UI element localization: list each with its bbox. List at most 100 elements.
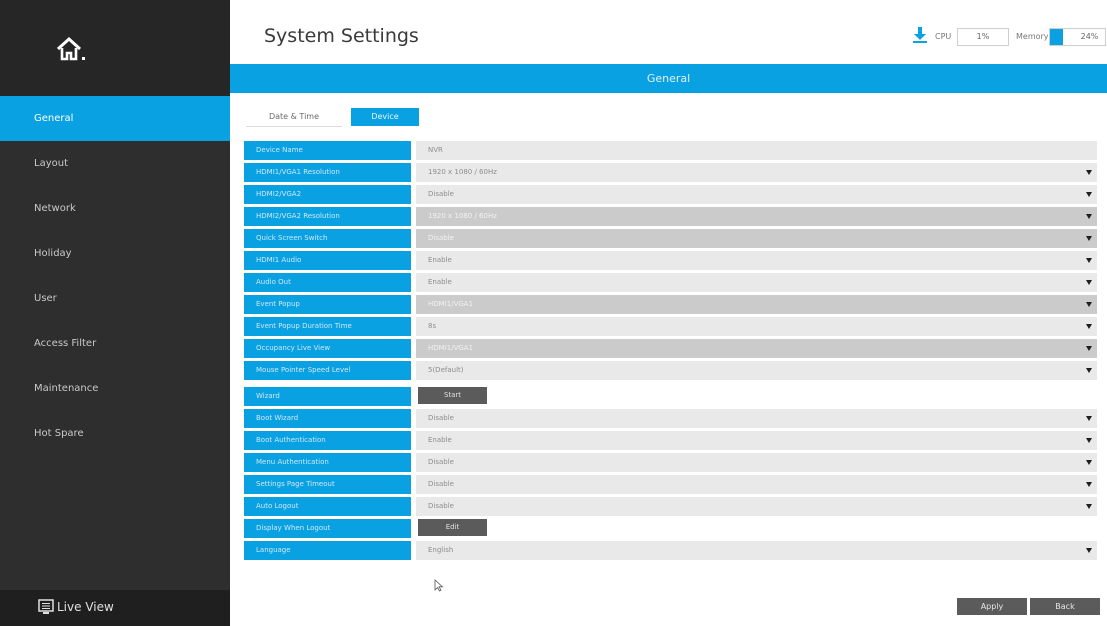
sidebar-item-access-filter[interactable]: Access Filter [0, 321, 230, 366]
tab-date-time[interactable]: Date & Time [246, 108, 342, 127]
event-popup-duration-select[interactable]: 8s [416, 317, 1097, 336]
select-value: 8s [428, 322, 437, 330]
section-banner: General [230, 64, 1107, 93]
select-value: Disable [428, 190, 454, 198]
setting-label: HDMI2/VGA2 Resolution [244, 207, 411, 226]
select-value: Enable [428, 278, 452, 286]
audio-out-select[interactable]: Enable [416, 273, 1097, 292]
hdmi2-select[interactable]: Disable [416, 185, 1097, 204]
setting-row-menu-authentication: Menu Authentication Disable [244, 453, 1097, 472]
setting-row-occupancy-live-view: Occupancy Live View HDMI1/VGA1 [244, 339, 1097, 358]
back-button[interactable]: Back [1030, 598, 1100, 615]
dropdown-arrow-icon [1086, 170, 1092, 175]
sidebar: General Layout Network Holiday User Acce… [0, 0, 230, 626]
auto-logout-select[interactable]: Disable [416, 497, 1097, 516]
select-value: 1920 x 1080 / 60Hz [428, 212, 497, 220]
memory-meter: 24% [1049, 28, 1106, 46]
monitor-icon [38, 599, 54, 614]
select-value: Disable [428, 502, 454, 510]
wizard-start-button[interactable]: Start [418, 387, 487, 404]
sidebar-item-layout[interactable]: Layout [0, 141, 230, 186]
select-value: Disable [428, 234, 454, 242]
live-view-button[interactable]: Live View [0, 590, 230, 626]
setting-label: Boot Wizard [244, 409, 411, 428]
dropdown-arrow-icon [1086, 346, 1092, 351]
sidebar-item-general[interactable]: General [0, 96, 230, 141]
select-value: 5(Default) [428, 366, 464, 374]
setting-row-audio-out: Audio Out Enable [244, 273, 1097, 292]
setting-row-quick-screen-switch: Quick Screen Switch Disable [244, 229, 1097, 248]
live-view-label: Live View [57, 600, 114, 614]
setting-row-wizard: Wizard Start [244, 387, 1097, 406]
sidebar-nav: General Layout Network Holiday User Acce… [0, 96, 230, 456]
setting-row-hdmi1-resolution: HDMI1/VGA1 Resolution 1920 x 1080 / 60Hz [244, 163, 1097, 182]
select-value: Disable [428, 458, 454, 466]
settings-page-timeout-select[interactable]: Disable [416, 475, 1097, 494]
setting-label: Menu Authentication [244, 453, 411, 472]
sidebar-item-user[interactable]: User [0, 276, 230, 321]
memory-usage-bar [1050, 29, 1064, 45]
sidebar-item-network[interactable]: Network [0, 186, 230, 231]
display-when-logout-edit-button[interactable]: Edit [418, 519, 487, 536]
apply-button[interactable]: Apply [957, 598, 1027, 615]
boot-authentication-select[interactable]: Enable [416, 431, 1097, 450]
setting-row-event-popup: Event Popup HDMI1/VGA1 [244, 295, 1097, 314]
setting-label: Boot Authentication [244, 431, 411, 450]
setting-label: Event Popup Duration Time [244, 317, 411, 336]
setting-label: Wizard [244, 387, 411, 406]
mouse-cursor-icon [434, 579, 444, 592]
setting-row-boot-wizard: Boot Wizard Disable [244, 409, 1097, 428]
setting-label: HDMI2/VGA2 [244, 185, 411, 204]
menu-authentication-select[interactable]: Disable [416, 453, 1097, 472]
hdmi1-audio-select[interactable]: Enable [416, 251, 1097, 270]
dropdown-arrow-icon [1086, 214, 1092, 219]
sidebar-item-maintenance[interactable]: Maintenance [0, 366, 230, 411]
select-value: English [428, 546, 454, 554]
setting-row-device-name: Device Name NVR [244, 141, 1097, 160]
language-select[interactable]: English [416, 541, 1097, 560]
cpu-label: CPU [935, 32, 952, 41]
setting-label: Auto Logout [244, 497, 411, 516]
boot-wizard-select[interactable]: Disable [416, 409, 1097, 428]
select-value: Disable [428, 414, 454, 422]
hdmi2-resolution-select: 1920 x 1080 / 60Hz [416, 207, 1097, 226]
hdmi1-resolution-select[interactable]: 1920 x 1080 / 60Hz [416, 163, 1097, 182]
home-icon[interactable] [56, 36, 86, 62]
dropdown-arrow-icon [1086, 482, 1092, 487]
setting-label: HDMI1 Audio [244, 251, 411, 270]
setting-row-hdmi2: HDMI2/VGA2 Disable [244, 185, 1097, 204]
download-icon[interactable] [913, 27, 927, 43]
sidebar-item-hot-spare[interactable]: Hot Spare [0, 411, 230, 456]
setting-row-language: Language English [244, 541, 1097, 560]
dropdown-arrow-icon [1086, 280, 1092, 285]
dropdown-arrow-icon [1086, 548, 1092, 553]
logo-area [0, 0, 230, 96]
header: System Settings CPU 1% Memory 24% [230, 0, 1107, 64]
mouse-pointer-speed-select[interactable]: 5(Default) [416, 361, 1097, 380]
select-value: Disable [428, 480, 454, 488]
setting-label: HDMI1/VGA1 Resolution [244, 163, 411, 182]
select-value: HDMI1/VGA1 [428, 344, 474, 352]
device-name-input[interactable]: NVR [416, 141, 1097, 160]
quick-screen-switch-select: Disable [416, 229, 1097, 248]
setting-label: Language [244, 541, 411, 560]
cpu-value: 1% [957, 28, 1009, 46]
sidebar-item-holiday[interactable]: Holiday [0, 231, 230, 276]
setting-label: Display When Logout [244, 519, 411, 538]
setting-label: Quick Screen Switch [244, 229, 411, 248]
setting-label: Mouse Pointer Speed Level [244, 361, 411, 380]
event-popup-select: HDMI1/VGA1 [416, 295, 1097, 314]
setting-row-boot-authentication: Boot Authentication Enable [244, 431, 1097, 450]
setting-row-hdmi2-resolution: HDMI2/VGA2 Resolution 1920 x 1080 / 60Hz [244, 207, 1097, 226]
dropdown-arrow-icon [1086, 324, 1092, 329]
setting-label: Event Popup [244, 295, 411, 314]
select-value: 1920 x 1080 / 60Hz [428, 168, 497, 176]
select-value: Enable [428, 436, 452, 444]
tab-device[interactable]: Device [351, 108, 419, 126]
dropdown-arrow-icon [1086, 236, 1092, 241]
setting-row-display-when-logout: Display When Logout Edit [244, 519, 1097, 538]
dropdown-arrow-icon [1086, 504, 1092, 509]
setting-row-event-popup-duration: Event Popup Duration Time 8s [244, 317, 1097, 336]
setting-row-mouse-pointer-speed: Mouse Pointer Speed Level 5(Default) [244, 361, 1097, 380]
dropdown-arrow-icon [1086, 460, 1092, 465]
